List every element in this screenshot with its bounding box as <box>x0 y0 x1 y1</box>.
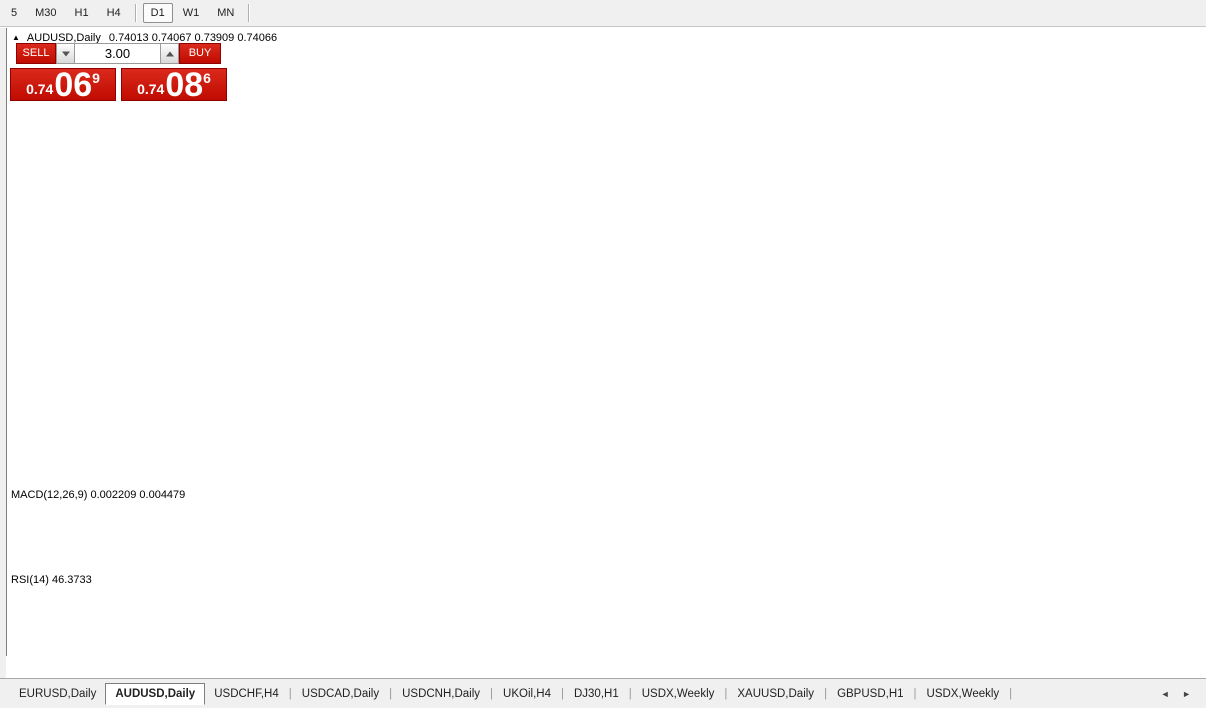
tab-usdcnh-daily[interactable]: USDCNH,Daily <box>393 684 489 704</box>
tab-scroll-arrows[interactable]: ◄ ► <box>1161 689 1196 699</box>
tab-usdchf-h4[interactable]: USDCHF,H4 <box>205 684 288 704</box>
timeframe-button-d1[interactable]: D1 <box>143 3 173 23</box>
rsi-indicator-label: RSI(14) 46.3733 <box>11 574 92 586</box>
tab-separator: | <box>389 688 392 700</box>
timeframe-toolbar: 5M30H1H4 D1W1MN <box>0 0 1206 27</box>
volume-input[interactable]: 3.00 <box>75 43 160 64</box>
sell-price-button[interactable]: 0.74 06 9 <box>10 68 116 101</box>
tab-dj30-h1[interactable]: DJ30,H1 <box>565 684 628 704</box>
tab-separator: | <box>1009 688 1012 700</box>
sell-price-pips: 06 <box>54 70 92 100</box>
tab-gbpusd-h1[interactable]: GBPUSD,H1 <box>828 684 912 704</box>
triangle-down-icon <box>62 51 70 56</box>
sell-price-base: 0.74 <box>26 81 53 97</box>
timeframe-button-5[interactable]: 5 <box>3 3 25 23</box>
buy-price-base: 0.74 <box>137 81 164 97</box>
tab-separator: | <box>289 688 292 700</box>
symbol-tabbar: EURUSD,DailyAUDUSD,DailyUSDCHF,H4|USDCAD… <box>0 678 1206 708</box>
tab-usdcad-daily[interactable]: USDCAD,Daily <box>293 684 388 704</box>
triangle-up-icon <box>166 51 174 56</box>
sell-price-pipette: 9 <box>92 70 100 86</box>
buy-price-pips: 08 <box>165 70 203 100</box>
tab-separator: | <box>490 688 493 700</box>
one-click-trading-panel: SELL 3.00 BUY 0.74 06 9 0.74 08 6 <box>10 43 227 101</box>
volume-increase-button[interactable] <box>160 43 179 64</box>
tab-xauusd-daily[interactable]: XAUUSD,Daily <box>728 684 823 704</box>
timeframe-button-m30[interactable]: M30 <box>27 3 64 23</box>
buy-price-pipette: 6 <box>203 70 211 86</box>
tab-separator: | <box>824 688 827 700</box>
timeframe-button-w1[interactable]: W1 <box>175 3 208 23</box>
sell-button[interactable]: SELL <box>16 43 56 64</box>
tab-separator: | <box>561 688 564 700</box>
timeframe-button-h1[interactable]: H1 <box>67 3 97 23</box>
tab-eurusd-daily[interactable]: EURUSD,Daily <box>10 684 105 704</box>
tab-audusd-daily[interactable]: AUDUSD,Daily <box>105 683 205 705</box>
tab-usdx-weekly[interactable]: USDX,Weekly <box>633 684 724 704</box>
macd-indicator-label: MACD(12,26,9) 0.002209 0.004479 <box>11 489 185 501</box>
tab-ukoil-h4[interactable]: UKOil,H4 <box>494 684 560 704</box>
trading-platform-window: 5M30H1H4D1W1MN ▲AUDUSD,Daily0.74013 0.74… <box>0 0 1206 708</box>
tab-usdx-weekly[interactable]: USDX,Weekly <box>918 684 1009 704</box>
chart-canvas <box>0 28 1206 678</box>
tab-separator: | <box>914 688 917 700</box>
tab-separator: | <box>724 688 727 700</box>
tab-separator: | <box>629 688 632 700</box>
buy-button[interactable]: BUY <box>179 43 221 64</box>
toolbar-separator <box>135 4 137 22</box>
volume-decrease-button[interactable] <box>56 43 75 64</box>
timeframe-button-h4[interactable]: H4 <box>99 3 129 23</box>
toolbar-separator <box>248 4 250 22</box>
buy-price-button[interactable]: 0.74 08 6 <box>121 68 227 101</box>
timeframe-button-mn[interactable]: MN <box>209 3 242 23</box>
collapse-panel-icon[interactable]: ▲ <box>12 33 20 42</box>
